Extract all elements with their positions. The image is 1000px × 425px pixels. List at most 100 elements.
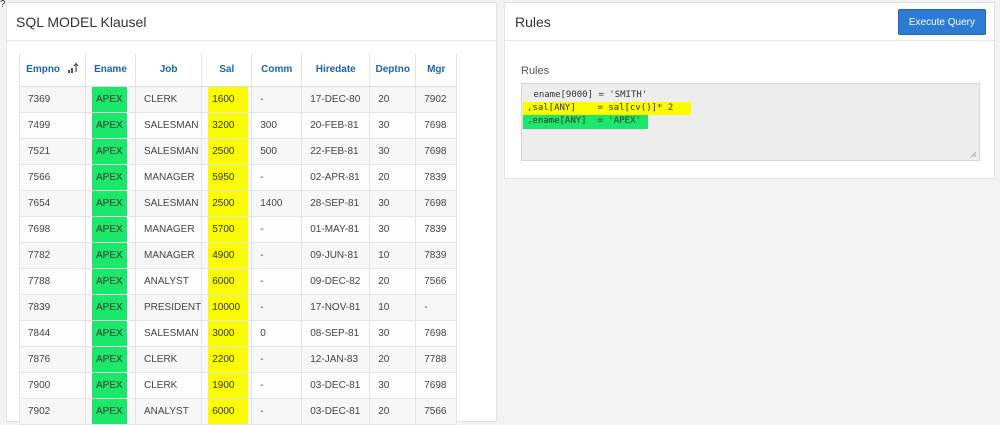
execute-query-button[interactable]: Execute Query xyxy=(897,9,986,35)
ename-highlight: APEX xyxy=(92,216,127,242)
sal-highlight: 1900 xyxy=(208,372,249,398)
sal-highlight: 3000 xyxy=(208,320,249,346)
cell-job: SALESMAN xyxy=(135,320,203,347)
corner-mark: ? xyxy=(0,0,6,10)
column-header-empno[interactable]: Empno xyxy=(19,53,86,87)
cell-deptno: 30 xyxy=(369,112,417,139)
cell-empno: 7876 xyxy=(19,346,86,373)
resize-grip-icon[interactable] xyxy=(970,151,977,158)
cell-comm: - xyxy=(251,372,303,399)
cell-comm: - xyxy=(251,268,303,295)
column-header-deptno[interactable]: Deptno xyxy=(369,53,417,87)
cell-job: MANAGER xyxy=(135,164,203,191)
table-row: 7876 APEX CLERK 2200 - 12-JAN-83 20 7788 xyxy=(19,346,458,373)
sort-ascending-icon[interactable] xyxy=(67,62,79,77)
sal-highlight: 2500 xyxy=(208,190,249,216)
ename-highlight: APEX xyxy=(92,86,127,112)
cell-ename: APEX xyxy=(85,372,136,399)
sal-highlight: 5950 xyxy=(208,164,249,190)
cell-comm: - xyxy=(251,86,303,113)
cell-comm: - xyxy=(251,216,303,243)
cell-deptno: 20 xyxy=(369,268,417,295)
cell-sal: 6000 xyxy=(201,268,253,295)
cell-sal: 5700 xyxy=(201,216,253,243)
cell-job: MANAGER xyxy=(135,216,203,243)
cell-mgr: 7698 xyxy=(415,138,458,165)
cell-empno: 7900 xyxy=(19,372,86,399)
table-row: 7698 APEX MANAGER 5700 - 01-MAY-81 30 78… xyxy=(19,216,458,243)
cell-empno: 7566 xyxy=(19,164,86,191)
column-header-comm[interactable]: Comm xyxy=(251,53,303,87)
cell-comm: - xyxy=(251,242,303,269)
rules-field-label: Rules xyxy=(521,65,550,77)
cell-sal: 4900 xyxy=(201,242,253,269)
cell-empno: 7499 xyxy=(19,112,86,139)
cell-comm: 0 xyxy=(251,320,303,347)
cell-mgr: - xyxy=(415,294,458,321)
cell-empno: 7839 xyxy=(19,294,86,321)
table-row: 7900 APEX CLERK 1900 - 03-DEC-81 30 7698 xyxy=(19,372,458,399)
cell-ename: APEX xyxy=(85,398,136,425)
cell-ename: APEX xyxy=(85,216,136,243)
cell-sal: 2500 xyxy=(201,138,253,165)
sal-highlight: 3200 xyxy=(208,112,249,138)
cell-deptno: 10 xyxy=(369,242,417,269)
rule-line-highlighted-green: ,ename[ANY] = 'APEX' xyxy=(523,115,648,129)
cell-deptno: 30 xyxy=(369,216,417,243)
cell-mgr: 7839 xyxy=(415,216,458,243)
cell-deptno: 20 xyxy=(369,164,417,191)
cell-empno: 7902 xyxy=(19,398,86,425)
cell-job: CLERK xyxy=(135,372,203,399)
ename-highlight: APEX xyxy=(92,320,127,346)
column-header-sal[interactable]: Sal xyxy=(201,53,253,87)
cell-ename: APEX xyxy=(85,294,136,321)
cell-comm: 500 xyxy=(251,138,303,165)
cell-job: SALESMAN xyxy=(135,190,203,217)
cell-mgr: 7698 xyxy=(415,112,458,139)
cell-deptno: 30 xyxy=(369,320,417,347)
cell-hiredate: 20-FEB-81 xyxy=(301,112,371,139)
cell-job: SALESMAN xyxy=(135,112,203,139)
cell-hiredate: 03-DEC-81 xyxy=(301,398,371,425)
cell-mgr: 7566 xyxy=(415,398,458,425)
cell-deptno: 10 xyxy=(369,294,417,321)
sal-highlight: 2500 xyxy=(208,138,249,164)
column-header-ename[interactable]: Ename xyxy=(85,53,136,87)
cell-empno: 7654 xyxy=(19,190,86,217)
rules-panel-title: Rules xyxy=(515,13,551,30)
cell-empno: 7844 xyxy=(19,320,86,347)
cell-comm: - xyxy=(251,398,303,425)
cell-mgr: 7698 xyxy=(415,320,458,347)
cell-deptno: 20 xyxy=(369,398,417,425)
table-row: 7839 APEX PRESIDENT 10000 - 17-NOV-81 10… xyxy=(19,294,458,321)
cell-sal: 5950 xyxy=(201,164,253,191)
table-row: 7566 APEX MANAGER 5950 - 02-APR-81 20 78… xyxy=(19,164,458,191)
column-header-hiredate[interactable]: Hiredate xyxy=(301,53,371,87)
column-header-job[interactable]: Job xyxy=(135,53,203,87)
column-header-mgr[interactable]: Mgr xyxy=(415,53,458,87)
cell-sal: 1900 xyxy=(201,372,253,399)
ename-highlight: APEX xyxy=(92,294,127,320)
ename-highlight: APEX xyxy=(92,164,127,190)
rules-textarea[interactable]: ename[9000] = 'SMITH' ,sal[ANY] = sal[cv… xyxy=(521,83,980,161)
cell-hiredate: 17-DEC-80 xyxy=(301,86,371,113)
ename-highlight: APEX xyxy=(92,190,127,216)
cell-sal: 2200 xyxy=(201,346,253,373)
sql-model-panel: SQL MODEL Klausel Empno Ename Job Sal Co… xyxy=(6,2,497,425)
panel-title-text: SQL MODEL Klausel xyxy=(16,13,147,30)
cell-mgr: 7566 xyxy=(415,268,458,295)
cell-empno: 7521 xyxy=(19,138,86,165)
cell-hiredate: 12-JAN-83 xyxy=(301,346,371,373)
cell-job: ANALYST xyxy=(135,268,203,295)
cell-deptno: 20 xyxy=(369,86,417,113)
cell-empno: 7698 xyxy=(19,216,86,243)
cell-job: CLERK xyxy=(135,86,203,113)
cell-sal: 3200 xyxy=(201,112,253,139)
cell-comm: 300 xyxy=(251,112,303,139)
table-row: 7788 APEX ANALYST 6000 - 09-DEC-82 20 75… xyxy=(19,268,458,295)
cell-hiredate: 22-FEB-81 xyxy=(301,138,371,165)
table-row: 7521 APEX SALESMAN 2500 500 22-FEB-81 30… xyxy=(19,138,458,165)
cell-mgr: 7902 xyxy=(415,86,458,113)
table-row: 7654 APEX SALESMAN 2500 1400 28-SEP-81 3… xyxy=(19,190,458,217)
cell-ename: APEX xyxy=(85,86,136,113)
